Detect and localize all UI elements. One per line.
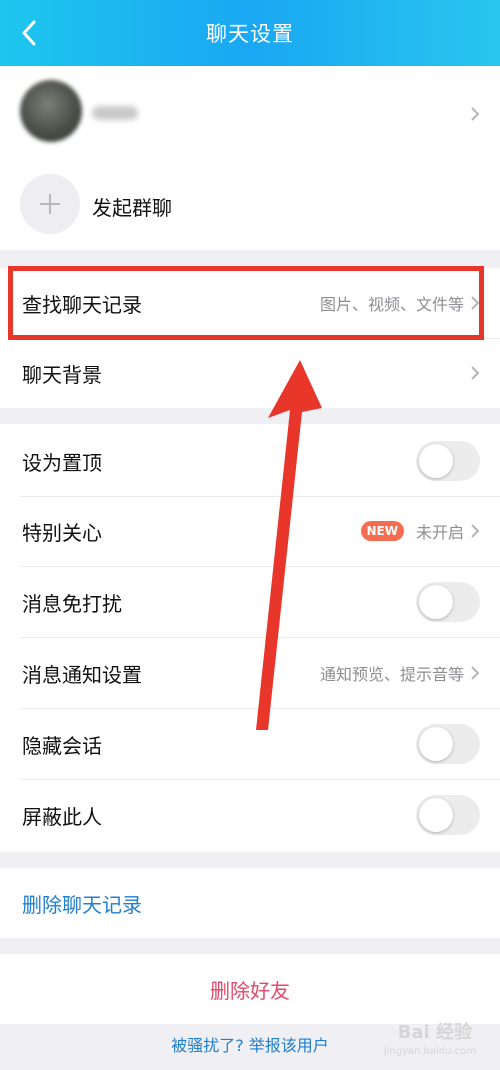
block-user-row: 屏蔽此人 — [0, 780, 500, 850]
pin-chat-label: 设为置顶 — [22, 450, 102, 475]
block-user-label: 屏蔽此人 — [22, 804, 102, 829]
special-care-row[interactable]: 特别关心 NEW 未开启 — [0, 496, 500, 566]
watermark-logo: Bai 经验 — [397, 1022, 472, 1043]
chat-options-section: 设为置顶 特别关心 NEW 未开启 消息免打扰 消息通知设置 通知预览、提示音等… — [0, 424, 500, 852]
avatar[interactable] — [20, 80, 82, 142]
do-not-disturb-row: 消息免打扰 — [0, 567, 500, 637]
hide-conversation-row: 隐藏会话 — [0, 709, 500, 779]
notification-settings-row[interactable]: 消息通知设置 通知预览、提示音等 — [0, 638, 500, 708]
new-badge: NEW — [360, 521, 404, 541]
nav-bar: 聊天设置 — [0, 0, 500, 66]
hide-conversation-toggle[interactable] — [416, 724, 480, 764]
toggle-knob — [419, 798, 453, 832]
notification-settings-hint: 通知预览、提示音等 — [319, 665, 464, 684]
delete-records-button[interactable]: 删除聊天记录 — [22, 889, 142, 918]
delete-records-section: 删除聊天记录 — [0, 868, 500, 938]
chevron-right-icon — [471, 524, 480, 538]
special-care-status: 未开启 — [415, 523, 464, 542]
chevron-left-icon — [22, 20, 36, 46]
create-group-label: 发起群聊 — [92, 196, 172, 220]
pin-chat-row: 设为置顶 — [0, 426, 500, 496]
search-history-label: 查找聊天记录 — [22, 292, 142, 317]
do-not-disturb-toggle[interactable] — [416, 582, 480, 622]
search-history-hint: 图片、视频、文件等 — [319, 295, 464, 314]
chevron-right-icon — [471, 296, 480, 310]
chevron-right-icon — [471, 366, 480, 380]
toggle-knob — [419, 727, 453, 761]
create-group-button[interactable] — [20, 174, 80, 234]
back-button[interactable] — [14, 18, 44, 48]
toggle-knob — [419, 585, 453, 619]
page-title: 聊天设置 — [206, 22, 294, 46]
delete-records-row[interactable]: 删除聊天记录 — [0, 868, 500, 938]
contact-name-blurred — [92, 106, 138, 120]
delete-friend-row[interactable]: 删除好友 — [0, 954, 500, 1024]
watermark-url: jingyan.baidu.com — [383, 1046, 476, 1057]
hide-conversation-label: 隐藏会话 — [22, 733, 102, 758]
chevron-right-icon — [471, 107, 480, 121]
chat-background-label: 聊天背景 — [22, 362, 102, 387]
chevron-right-icon — [471, 666, 480, 680]
special-care-label: 特别关心 — [22, 520, 102, 545]
notification-settings-label: 消息通知设置 — [22, 662, 142, 687]
chat-history-section: 查找聊天记录 图片、视频、文件等 聊天背景 — [0, 268, 500, 408]
do-not-disturb-label: 消息免打扰 — [22, 591, 122, 616]
plus-icon — [40, 194, 60, 214]
chat-background-row[interactable]: 聊天背景 — [0, 338, 500, 408]
toggle-knob — [419, 444, 453, 478]
block-user-toggle[interactable] — [416, 795, 480, 835]
delete-friend-button[interactable]: 删除好友 — [0, 975, 500, 1004]
pin-chat-toggle[interactable] — [416, 441, 480, 481]
search-history-row[interactable]: 查找聊天记录 图片、视频、文件等 — [0, 268, 500, 338]
delete-friend-section: 删除好友 — [0, 954, 500, 1024]
